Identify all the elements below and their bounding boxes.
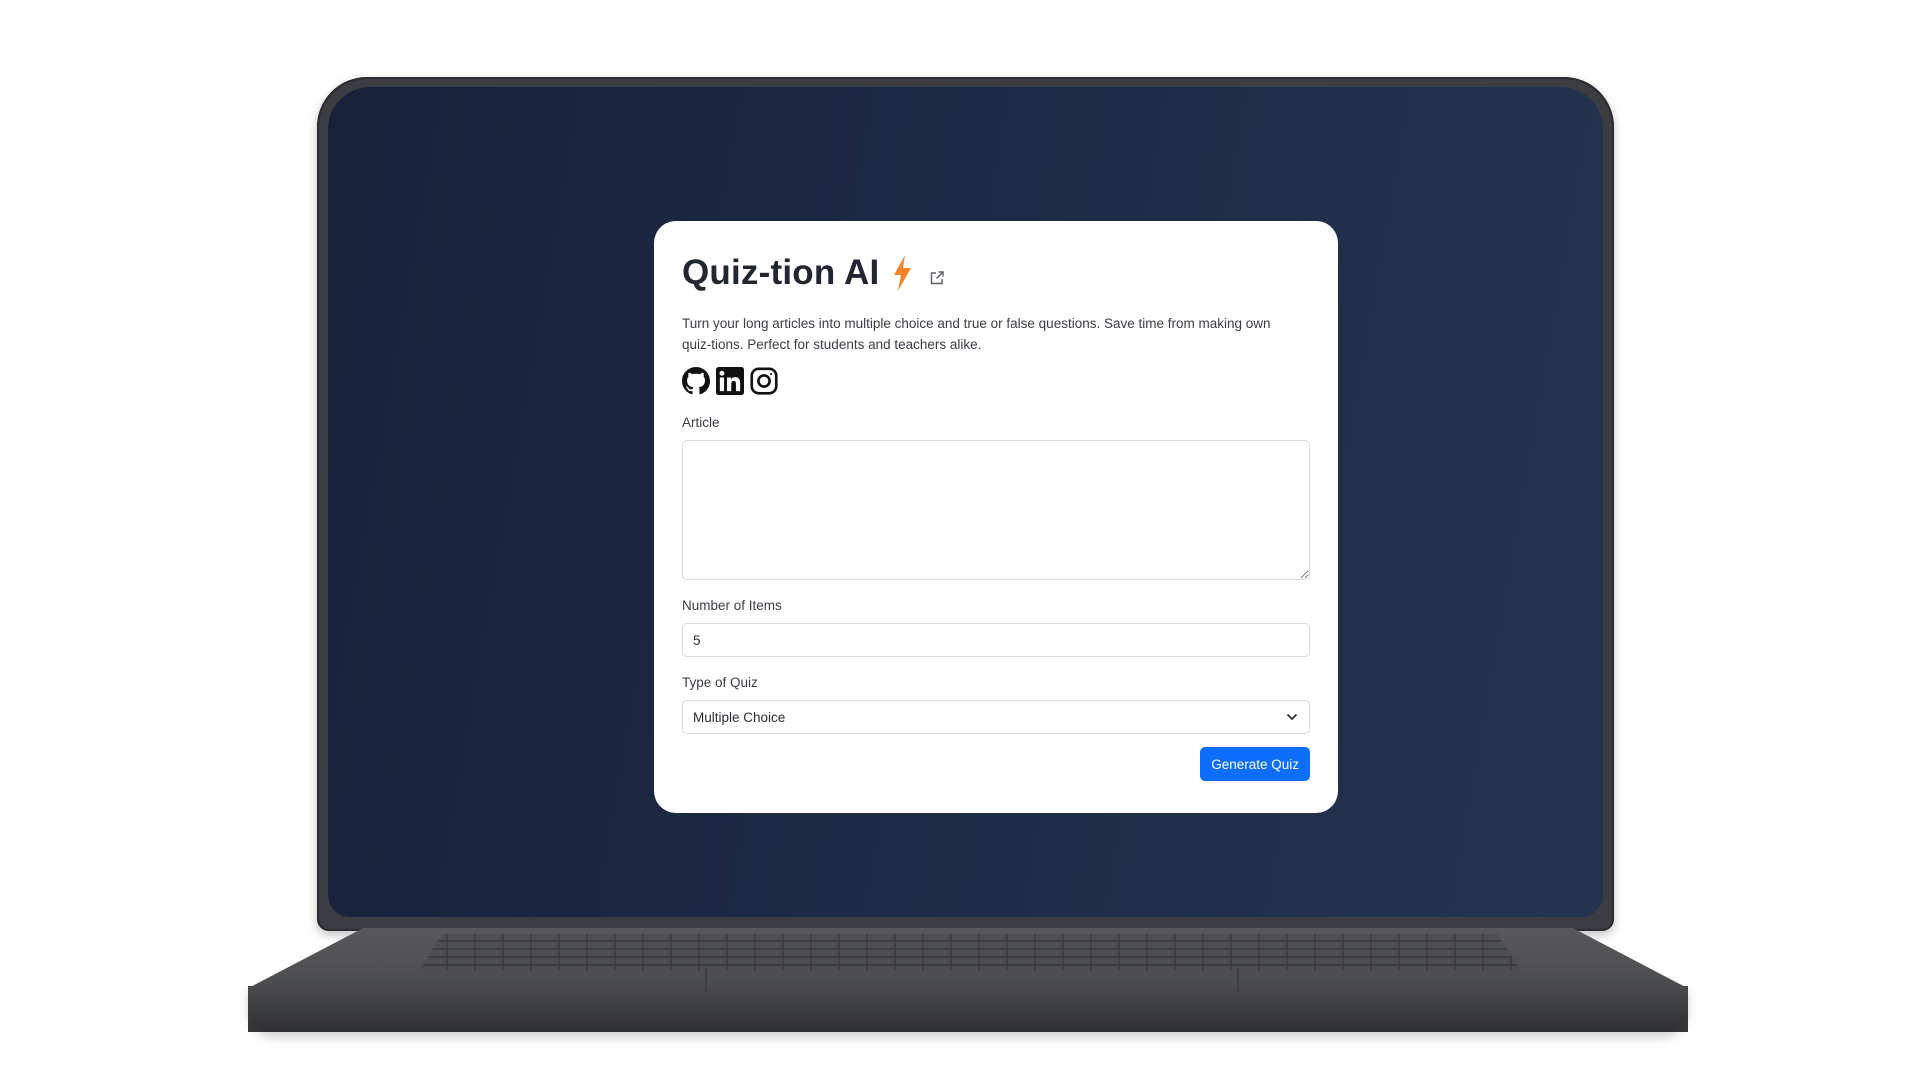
laptop-trackpad xyxy=(705,968,1239,992)
article-label: Article xyxy=(682,415,720,430)
github-icon[interactable] xyxy=(682,367,710,395)
lightning-bolt-icon xyxy=(891,255,913,291)
laptop-base-front xyxy=(248,986,1688,1032)
external-link-icon[interactable] xyxy=(929,270,945,286)
app-description: Turn your long articles into multiple ch… xyxy=(682,316,1271,352)
app-title: Quiz-tion AI xyxy=(682,253,880,292)
form-actions: Generate Quiz xyxy=(682,747,1310,781)
laptop-lid: Quiz-tion AI Turn your long articles int… xyxy=(317,77,1614,931)
article-textarea[interactable] xyxy=(682,440,1310,580)
number-of-items-label: Number of Items xyxy=(682,598,782,613)
quiz-type-select[interactable]: Multiple Choice xyxy=(682,700,1310,734)
number-of-items-input[interactable] xyxy=(682,623,1310,657)
laptop-screen: Quiz-tion AI Turn your long articles int… xyxy=(328,87,1603,917)
instagram-icon[interactable] xyxy=(750,367,778,395)
title-row: Quiz-tion AI xyxy=(682,251,1310,295)
linkedin-icon[interactable] xyxy=(716,367,744,395)
quiz-type-select-wrapper: Multiple Choice xyxy=(682,700,1310,734)
quiz-generator-card: Quiz-tion AI Turn your long articles int… xyxy=(654,221,1338,813)
social-links xyxy=(682,367,1310,397)
screenshot-stage: Quiz-tion AI Turn your long articles int… xyxy=(0,0,1920,1080)
laptop-keyboard xyxy=(420,934,1520,970)
generate-quiz-button[interactable]: Generate Quiz xyxy=(1200,747,1310,781)
type-of-quiz-label: Type of Quiz xyxy=(682,675,758,690)
